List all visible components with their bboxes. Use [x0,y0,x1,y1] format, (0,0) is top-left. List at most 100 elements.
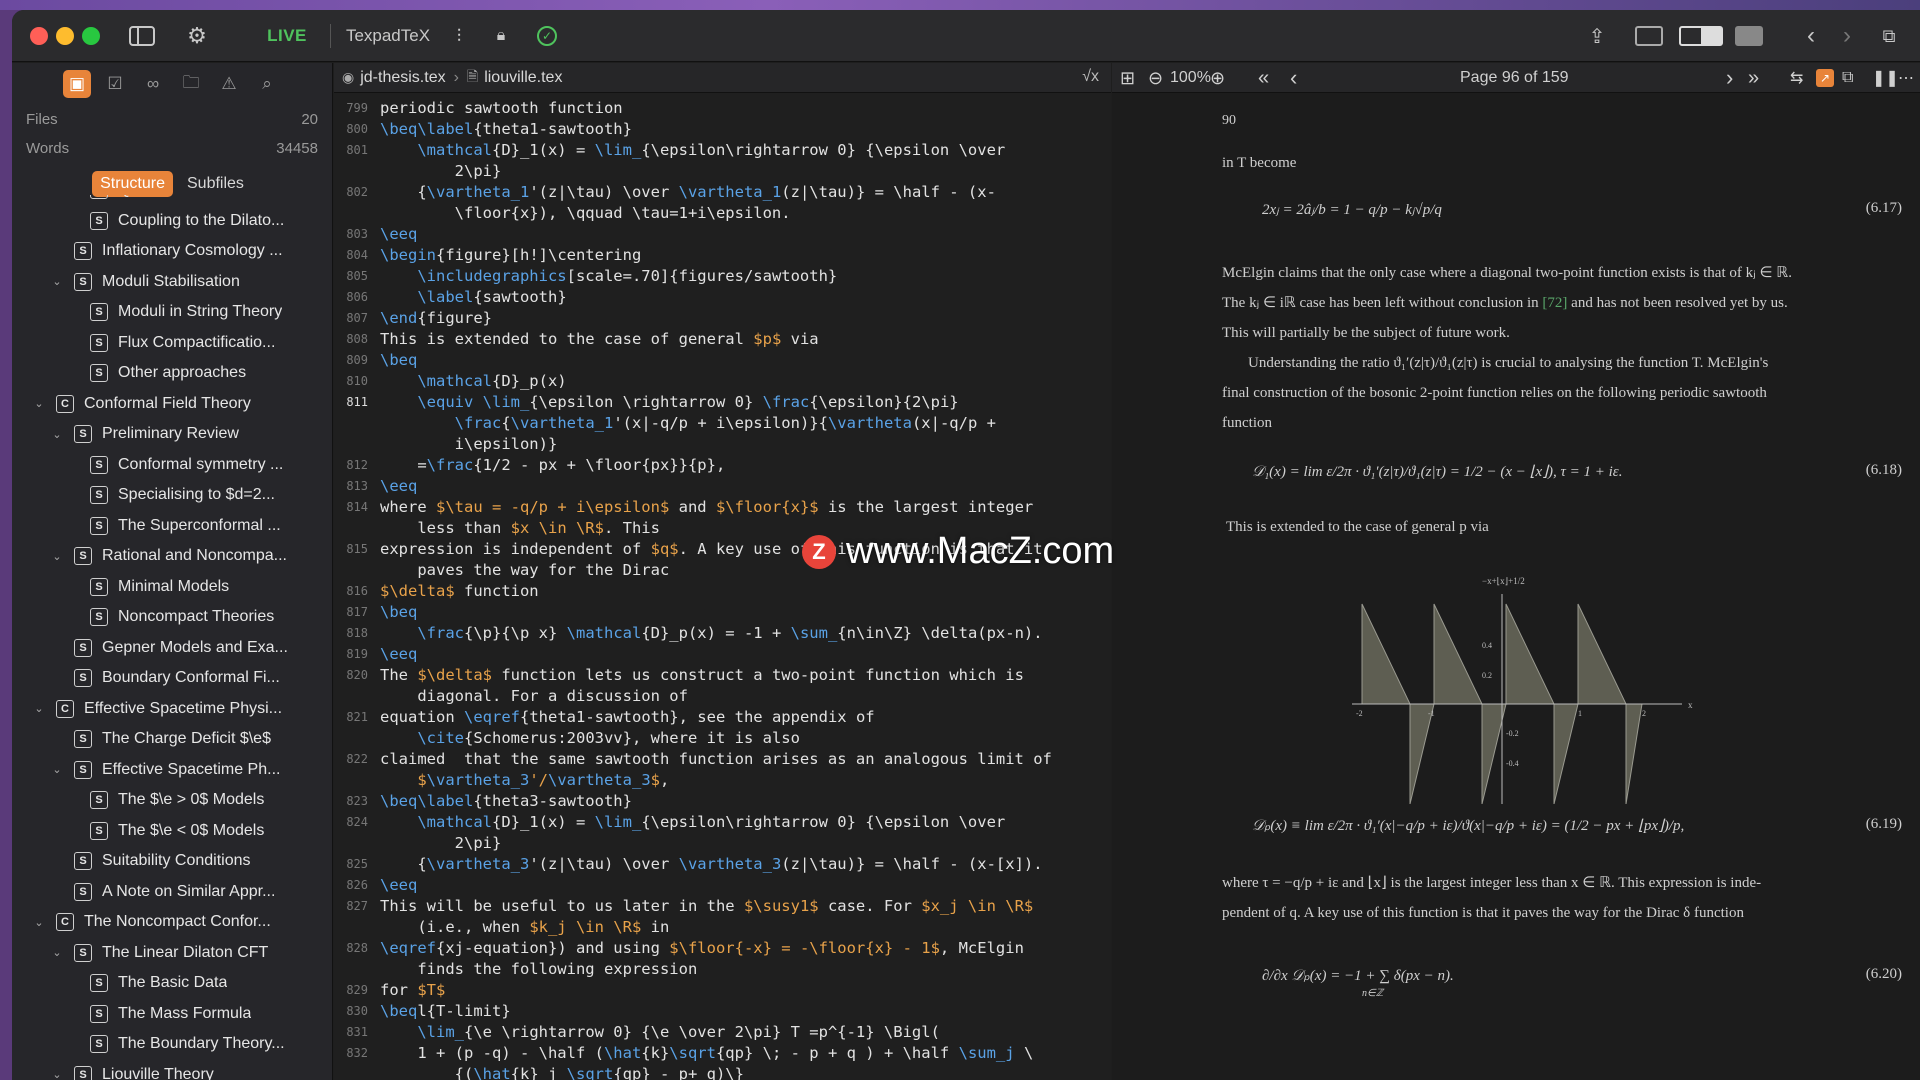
code-line[interactable]: 818 \frac{\p}{\p x} \mathcal{D}_p(x) = -… [334,623,1111,644]
code-line[interactable]: 801 \mathcal{D}_1(x) = \lim_{\epsilon\ri… [334,140,1111,161]
code-line[interactable]: \cite{Schomerus:2003vv}, where it is als… [334,728,1111,749]
window-overlay-icon[interactable]: ⧉ [1842,63,1853,93]
typeset-success-check-icon[interactable]: ✓ [532,10,562,62]
code-line[interactable]: 817 \beq [334,602,1111,623]
disclosure-chevron-icon[interactable]: ⌄ [50,550,64,563]
code-line[interactable]: 809 \beq [334,350,1111,371]
code-line[interactable]: \frac{\vartheta_1'(x|-q/p + i\epsilon)}{… [334,413,1111,434]
previous-page-icon[interactable]: ‹ [1290,63,1297,93]
outline-item[interactable]: S The Superconformal ... [12,511,333,541]
more-options-icon[interactable]: ⋯ [1898,63,1914,93]
code-line[interactable]: i\epsilon)} [334,434,1111,455]
code-line[interactable]: 828 \eqref{xj-equation}) and using $\floo… [334,938,1111,959]
outline-item[interactable]: S The Charge Deficit $\e$ [12,724,333,754]
outline-item[interactable]: ⌄ C Conformal Field Theory [12,389,333,419]
last-page-icon[interactable]: » [1748,63,1759,93]
layout-editor-only-button[interactable] [1632,10,1666,62]
code-line[interactable]: 807 \end{figure} [334,308,1111,329]
typesetter-engine-label[interactable]: TexpadTeX [338,10,438,62]
disclosure-chevron-icon[interactable]: ⌄ [32,397,46,410]
code-line[interactable]: 814 where $\tau = -q/p + i\epsilon$ and $… [334,497,1111,518]
outline-item[interactable]: S Inflationary Cosmology ... [12,236,333,266]
outline-item[interactable]: ⌄ S Effective Spacetime Ph... [12,755,333,785]
code-line[interactable]: 803 \eeq [334,224,1111,245]
code-line[interactable]: (i.e., when $k_j \in \R$ in [334,917,1111,938]
next-page-icon[interactable]: › [1726,63,1733,93]
settings-gear-icon[interactable]: ⚙ [182,10,212,62]
outline-item[interactable]: ⌄ S Preliminary Review [12,419,333,449]
layout-split-button[interactable] [1674,10,1728,62]
todo-tab-icon[interactable]: ☑ [101,70,129,98]
sync-source-icon[interactable]: ⇆ [1790,63,1803,93]
code-line[interactable]: $\vartheta_3'/\vartheta_3$, [334,770,1111,791]
outline-item[interactable]: S The Boundary Theory... [12,1029,333,1059]
structure-tab-icon[interactable]: ▣ [63,70,91,98]
code-line[interactable]: 804 \begin{figure}[h!]\centering [334,245,1111,266]
close-window-button[interactable] [30,27,48,45]
disclosure-chevron-icon[interactable]: ⌄ [32,916,46,929]
code-line[interactable]: 799 periodic sawtooth function [334,98,1111,119]
pause-icon[interactable]: ❚❚ [1872,63,1899,93]
code-line[interactable]: 810 \mathcal{D}_p(x) [334,371,1111,392]
minimize-window-button[interactable] [56,27,74,45]
subfiles-segment[interactable]: Subfiles [179,171,252,197]
outline-item[interactable]: S Minimal Models [12,572,333,602]
zoom-in-icon[interactable]: ⊕ [1210,63,1225,93]
code-line[interactable]: 832 1 + (p -q) - \half (\hat{k}\sqrt{qp}… [334,1043,1111,1064]
share-icon[interactable]: ⇪ [1582,10,1612,62]
pdf-page[interactable]: 90 in T become 2xⱼ = 2âⱼ/b = 1 − q/p − k… [1112,94,1920,1080]
outline-item[interactable]: ⌄ S Moduli Stabilisation [12,267,333,297]
code-line[interactable]: 811 \equiv \lim_{\epsilon \rightarrow 0}… [334,392,1111,413]
outline-item[interactable]: S Suitability Conditions [12,846,333,876]
outline-item[interactable]: S Conformal symmetry ... [12,450,333,480]
outline-item[interactable]: S The Mass Formula [12,999,333,1029]
new-window-icon[interactable]: ⧉ [1874,10,1904,62]
outline-item[interactable]: S Flux Compactificatio... [12,328,333,358]
code-line[interactable]: 812 =\frac{1/2 - px + \floor{px}}{p}, [334,455,1111,476]
outline-item[interactable]: S Gepner Models and Exa... [12,633,333,663]
outline-item[interactable]: S A Note on Similar Appr... [12,877,333,907]
outline-item[interactable]: ⌄ S Liouville Theory [12,1060,333,1080]
code-line[interactable]: 2\pi} [334,161,1111,182]
code-line[interactable]: 826 \eeq [334,875,1111,896]
outline-item[interactable]: S Quantisation [12,195,333,205]
live-typeset-toggle[interactable]: LIVE [262,10,312,62]
disclosure-chevron-icon[interactable]: ⌄ [50,763,64,776]
references-tab-icon[interactable]: ∞ [139,70,167,98]
zoom-out-icon[interactable]: ⊖ [1148,63,1163,93]
search-tab-icon[interactable]: ⌕ [253,70,281,98]
code-line[interactable]: 821 equation \eqref{theta1-sawtooth}, see… [334,707,1111,728]
back-chevron-icon[interactable]: ‹ [1796,10,1826,62]
layout-preview-only-button[interactable] [1732,10,1766,62]
outline-item[interactable]: S The Basic Data [12,968,333,998]
outline-item[interactable]: S The $\e > 0$ Models [12,785,333,815]
citation-link[interactable]: [72] [1542,295,1567,311]
outline-item[interactable]: S The $\e < 0$ Models [12,816,333,846]
outline-item[interactable]: S Specialising to $d=2... [12,480,333,510]
typeset-options-sliders-icon[interactable]: ⫶ [444,10,474,62]
code-line[interactable]: 827 This will be useful to us later in th… [334,896,1111,917]
outline-item[interactable]: S Other approaches [12,358,333,388]
code-line[interactable]: 802 {\vartheta_1'(z|\tau) \over \varthet… [334,182,1111,203]
outline-item[interactable]: ⌄ S The Linear Dilaton CFT [12,938,333,968]
code-line[interactable]: 825 {\vartheta_3'(z|\tau) \over \varthet… [334,854,1111,875]
code-line[interactable]: 824 \mathcal{D}_1(x) = \lim_{\epsilon\ri… [334,812,1111,833]
code-area[interactable]: 799 periodic sawtooth function 800 \beq\lab… [334,94,1111,1080]
code-line[interactable]: finds the following expression [334,959,1111,980]
code-line[interactable]: 805 \includegraphics[scale=.70]{figures/… [334,266,1111,287]
disclosure-chevron-icon[interactable]: ⌄ [50,275,64,288]
code-line[interactable]: \floor{x}), \qquad \tau=1+i\epsilon. [334,203,1111,224]
math-palette-sqrt-icon[interactable]: √x [1082,68,1099,86]
outline-item[interactable]: S Moduli in String Theory [12,297,333,327]
code-line[interactable]: 800 \beq\label{theta1-sawtooth} [334,119,1111,140]
outline-item[interactable]: ⌄ C Effective Spacetime Physi... [12,694,333,724]
code-line[interactable]: 813 \eeq [334,476,1111,497]
code-line[interactable]: 830 \beql{T-limit} [334,1001,1111,1022]
disclosure-chevron-icon[interactable]: ⌄ [50,946,64,959]
sidebar-toggle-icon[interactable] [127,10,157,62]
code-line[interactable]: 808 This is extended to the case of gener… [334,329,1111,350]
code-line[interactable]: 820 The $\delta$ function lets us constru… [334,665,1111,686]
forward-chevron-icon[interactable]: › [1832,10,1862,62]
lock-icon[interactable]: 🔒︎ [486,10,516,62]
issues-warning-tab-icon[interactable]: ⚠︎ [215,70,243,98]
